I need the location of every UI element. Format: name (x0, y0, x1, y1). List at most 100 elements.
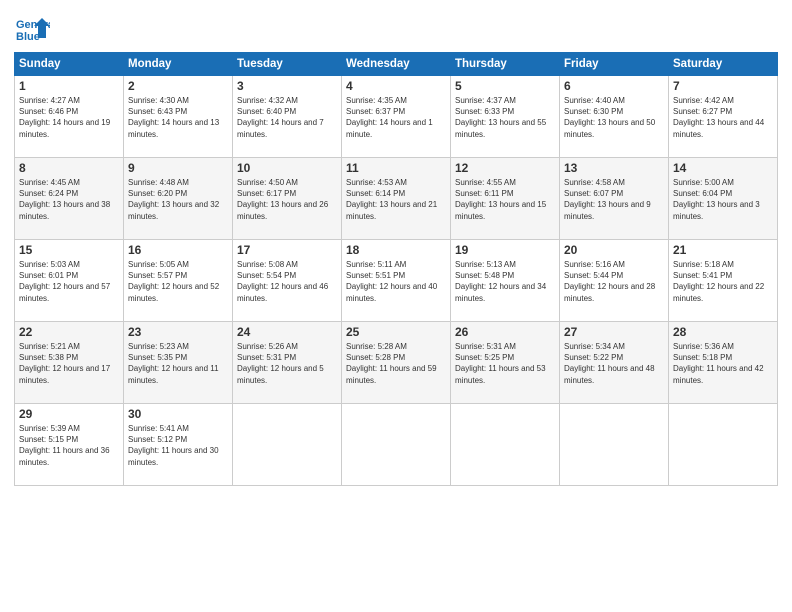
day-info: Sunrise: 4:55 AMSunset: 6:11 PMDaylight:… (455, 177, 555, 222)
day-cell: 3 Sunrise: 4:32 AMSunset: 6:40 PMDaylight… (233, 76, 342, 158)
day-cell: 8 Sunrise: 4:45 AMSunset: 6:24 PMDaylight… (15, 158, 124, 240)
day-number: 9 (128, 161, 228, 175)
day-info: Sunrise: 4:27 AMSunset: 6:46 PMDaylight:… (19, 95, 119, 140)
week-row-1: 8 Sunrise: 4:45 AMSunset: 6:24 PMDaylight… (15, 158, 778, 240)
day-number: 1 (19, 79, 119, 93)
day-info: Sunrise: 5:26 AMSunset: 5:31 PMDaylight:… (237, 341, 337, 386)
day-info: Sunrise: 4:35 AMSunset: 6:37 PMDaylight:… (346, 95, 446, 140)
day-number: 3 (237, 79, 337, 93)
day-number: 26 (455, 325, 555, 339)
week-row-0: 1 Sunrise: 4:27 AMSunset: 6:46 PMDaylight… (15, 76, 778, 158)
day-cell: 19 Sunrise: 5:13 AMSunset: 5:48 PMDayligh… (451, 240, 560, 322)
day-number: 23 (128, 325, 228, 339)
day-number: 10 (237, 161, 337, 175)
page: General Blue SundayMondayTuesdayWednesda… (0, 0, 792, 612)
day-info: Sunrise: 5:21 AMSunset: 5:38 PMDaylight:… (19, 341, 119, 386)
day-info: Sunrise: 5:39 AMSunset: 5:15 PMDaylight:… (19, 423, 119, 468)
day-info: Sunrise: 5:18 AMSunset: 5:41 PMDaylight:… (673, 259, 773, 304)
day-info: Sunrise: 5:05 AMSunset: 5:57 PMDaylight:… (128, 259, 228, 304)
day-number: 20 (564, 243, 664, 257)
day-cell: 22 Sunrise: 5:21 AMSunset: 5:38 PMDayligh… (15, 322, 124, 404)
day-number: 4 (346, 79, 446, 93)
day-header-saturday: Saturday (669, 53, 778, 76)
day-number: 19 (455, 243, 555, 257)
day-cell: 10 Sunrise: 4:50 AMSunset: 6:17 PMDayligh… (233, 158, 342, 240)
day-info: Sunrise: 4:53 AMSunset: 6:14 PMDaylight:… (346, 177, 446, 222)
day-cell: 2Sunrise: 4:30 AMSunset: 6:43 PMDaylight… (124, 76, 233, 158)
day-info: Sunrise: 5:41 AMSunset: 5:12 PMDaylight:… (128, 423, 228, 468)
day-cell: 4 Sunrise: 4:35 AMSunset: 6:37 PMDaylight… (342, 76, 451, 158)
calendar-header-row: SundayMondayTuesdayWednesdayThursdayFrid… (15, 53, 778, 76)
logo-icon: General Blue (14, 10, 50, 46)
day-header-wednesday: Wednesday (342, 53, 451, 76)
day-cell: 23 Sunrise: 5:23 AMSunset: 5:35 PMDayligh… (124, 322, 233, 404)
day-cell: 11 Sunrise: 4:53 AMSunset: 6:14 PMDayligh… (342, 158, 451, 240)
day-cell: 13 Sunrise: 4:58 AMSunset: 6:07 PMDayligh… (560, 158, 669, 240)
day-number: 11 (346, 161, 446, 175)
day-info: Sunrise: 5:11 AMSunset: 5:51 PMDaylight:… (346, 259, 446, 304)
day-cell: 18 Sunrise: 5:11 AMSunset: 5:51 PMDayligh… (342, 240, 451, 322)
day-header-friday: Friday (560, 53, 669, 76)
week-row-3: 22 Sunrise: 5:21 AMSunset: 5:38 PMDayligh… (15, 322, 778, 404)
day-number: 17 (237, 243, 337, 257)
day-number: 30 (128, 407, 228, 421)
day-number: 2 (128, 79, 228, 93)
day-cell (233, 404, 342, 486)
day-info: Sunrise: 4:32 AMSunset: 6:40 PMDaylight:… (237, 95, 337, 140)
header: General Blue (14, 10, 778, 46)
day-info: Sunrise: 5:34 AMSunset: 5:22 PMDaylight:… (564, 341, 664, 386)
day-cell: 28 Sunrise: 5:36 AMSunset: 5:18 PMDayligh… (669, 322, 778, 404)
day-cell: 12 Sunrise: 4:55 AMSunset: 6:11 PMDayligh… (451, 158, 560, 240)
day-info: Sunrise: 5:03 AMSunset: 6:01 PMDaylight:… (19, 259, 119, 304)
day-cell (451, 404, 560, 486)
day-cell: 17 Sunrise: 5:08 AMSunset: 5:54 PMDayligh… (233, 240, 342, 322)
day-number: 22 (19, 325, 119, 339)
week-row-2: 15 Sunrise: 5:03 AMSunset: 6:01 PMDayligh… (15, 240, 778, 322)
day-cell (342, 404, 451, 486)
day-number: 25 (346, 325, 446, 339)
day-info: Sunrise: 4:45 AMSunset: 6:24 PMDaylight:… (19, 177, 119, 222)
day-number: 8 (19, 161, 119, 175)
day-cell: 9Sunrise: 4:48 AMSunset: 6:20 PMDaylight… (124, 158, 233, 240)
day-info: Sunrise: 5:08 AMSunset: 5:54 PMDaylight:… (237, 259, 337, 304)
day-number: 13 (564, 161, 664, 175)
day-number: 28 (673, 325, 773, 339)
day-info: Sunrise: 5:00 AMSunset: 6:04 PMDaylight:… (673, 177, 773, 222)
day-number: 16 (128, 243, 228, 257)
day-info: Sunrise: 5:36 AMSunset: 5:18 PMDaylight:… (673, 341, 773, 386)
day-cell: 15 Sunrise: 5:03 AMSunset: 6:01 PMDayligh… (15, 240, 124, 322)
day-number: 5 (455, 79, 555, 93)
day-cell: 26Sunrise: 5:31 AMSunset: 5:25 PMDayligh… (451, 322, 560, 404)
day-info: Sunrise: 4:50 AMSunset: 6:17 PMDaylight:… (237, 177, 337, 222)
day-number: 24 (237, 325, 337, 339)
svg-text:Blue: Blue (16, 31, 40, 43)
day-cell: 5 Sunrise: 4:37 AMSunset: 6:33 PMDaylight… (451, 76, 560, 158)
day-cell (669, 404, 778, 486)
day-info: Sunrise: 5:23 AMSunset: 5:35 PMDaylight:… (128, 341, 228, 386)
day-header-sunday: Sunday (15, 53, 124, 76)
day-header-monday: Monday (124, 53, 233, 76)
day-cell: 1 Sunrise: 4:27 AMSunset: 6:46 PMDaylight… (15, 76, 124, 158)
day-cell: 16 Sunrise: 5:05 AMSunset: 5:57 PMDayligh… (124, 240, 233, 322)
week-row-4: 29 Sunrise: 5:39 AMSunset: 5:15 PMDayligh… (15, 404, 778, 486)
day-cell: 14Sunrise: 5:00 AMSunset: 6:04 PMDayligh… (669, 158, 778, 240)
day-cell: 20 Sunrise: 5:16 AMSunset: 5:44 PMDayligh… (560, 240, 669, 322)
day-header-tuesday: Tuesday (233, 53, 342, 76)
day-info: Sunrise: 4:42 AMSunset: 6:27 PMDaylight:… (673, 95, 773, 140)
day-info: Sunrise: 5:16 AMSunset: 5:44 PMDaylight:… (564, 259, 664, 304)
day-info: Sunrise: 4:58 AMSunset: 6:07 PMDaylight:… (564, 177, 664, 222)
logo: General Blue (14, 10, 54, 46)
day-cell: 25Sunrise: 5:28 AMSunset: 5:28 PMDayligh… (342, 322, 451, 404)
day-cell: 6Sunrise: 4:40 AMSunset: 6:30 PMDaylight… (560, 76, 669, 158)
day-number: 29 (19, 407, 119, 421)
day-number: 15 (19, 243, 119, 257)
day-cell: 27Sunrise: 5:34 AMSunset: 5:22 PMDayligh… (560, 322, 669, 404)
day-number: 18 (346, 243, 446, 257)
day-info: Sunrise: 5:13 AMSunset: 5:48 PMDaylight:… (455, 259, 555, 304)
day-cell (560, 404, 669, 486)
day-cell: 30 Sunrise: 5:41 AMSunset: 5:12 PMDayligh… (124, 404, 233, 486)
calendar: SundayMondayTuesdayWednesdayThursdayFrid… (14, 52, 778, 486)
day-cell: 24 Sunrise: 5:26 AMSunset: 5:31 PMDayligh… (233, 322, 342, 404)
day-number: 12 (455, 161, 555, 175)
day-info: Sunrise: 4:37 AMSunset: 6:33 PMDaylight:… (455, 95, 555, 140)
